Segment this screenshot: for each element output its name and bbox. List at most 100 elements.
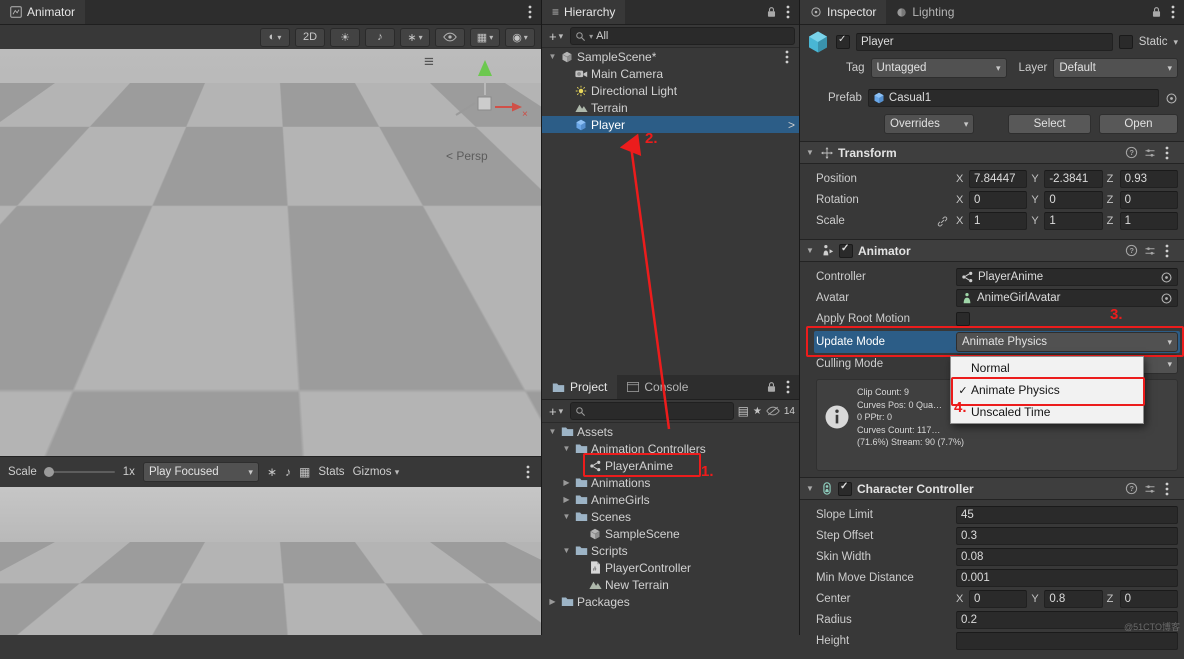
value-field[interactable]: 0.08	[956, 548, 1178, 566]
tree-item-directional-light[interactable]: Directional Light	[542, 82, 799, 99]
lighting-toggle-button[interactable]: ☀	[330, 28, 360, 47]
create-asset-button[interactable]: +▾	[546, 404, 566, 419]
tree-item-playeranime[interactable]: PlayerAnime	[542, 457, 799, 474]
number-field-x[interactable]: 0	[969, 590, 1027, 608]
value-field[interactable]: 45	[956, 506, 1178, 524]
foldout-icon[interactable]: ▼	[806, 484, 816, 493]
visibility-toggle-button[interactable]	[435, 28, 465, 47]
tab-console[interactable]: Console	[617, 375, 698, 399]
camera-settings-dropdown[interactable]: ◉▾	[505, 28, 535, 47]
component-kebab-icon[interactable]	[1162, 482, 1172, 496]
component-kebab-icon[interactable]	[1162, 244, 1172, 258]
tree-item-terrain[interactable]: Terrain	[542, 99, 799, 116]
foldout-icon[interactable]: ▼	[806, 246, 816, 255]
debug-button[interactable]: ∗	[267, 465, 277, 479]
tab-hierarchy[interactable]: ≡ Hierarchy	[542, 0, 625, 24]
lock-icon[interactable]	[766, 6, 777, 18]
foldout-icon[interactable]: ▼	[806, 148, 816, 157]
vsync-grid-button[interactable]: ▦	[299, 465, 310, 479]
help-icon[interactable]: ?	[1125, 244, 1138, 257]
mute-audio-button[interactable]: ♪	[285, 465, 291, 479]
gizmos-dropdown[interactable]: Gizmos ▾	[353, 466, 400, 478]
scale-slider-knob[interactable]	[44, 467, 54, 477]
transform-header[interactable]: ▼ Transform ?	[800, 141, 1184, 164]
inspector-kebab-icon[interactable]	[1168, 5, 1178, 19]
search-by-type-icon[interactable]: ▤	[738, 404, 749, 418]
prefab-object-field[interactable]: Casual1	[868, 89, 1159, 107]
tab-inspector[interactable]: Inspector	[800, 0, 886, 24]
popup-item-normal[interactable]: Normal	[951, 357, 1143, 379]
scene-tab-kebab-icon[interactable]	[525, 5, 535, 19]
apply-root-motion-checkbox[interactable]	[956, 312, 970, 326]
hidden-count-eye-icon[interactable]	[766, 406, 780, 416]
tab-lighting[interactable]: Lighting	[886, 0, 964, 24]
preset-icon[interactable]	[1144, 147, 1156, 159]
gameobject-name-field[interactable]: Player	[856, 33, 1113, 51]
tree-item-samplescene[interactable]: ▼SampleScene*	[542, 48, 799, 65]
effects-dropdown[interactable]: ∗▾	[400, 28, 430, 47]
game-view-kebab-icon[interactable]	[523, 465, 533, 479]
tag-dropdown[interactable]: Untagged▾	[871, 58, 1007, 78]
foldout-icon[interactable]: ▶	[546, 597, 559, 606]
render-mode-dropdown[interactable]: ◐▾	[260, 28, 290, 47]
player-character[interactable]	[50, 225, 200, 365]
number-field-x[interactable]: 0	[969, 191, 1027, 209]
tree-item-animation-controllers[interactable]: ▼Animation Controllers	[542, 440, 799, 457]
prefab-select-button[interactable]: Select	[1008, 114, 1090, 134]
play-focused-dropdown[interactable]: Play Focused▾	[143, 462, 259, 482]
foldout-icon[interactable]: ▼	[560, 444, 573, 453]
lock-icon[interactable]	[766, 381, 777, 393]
favorites-icon[interactable]: ★	[753, 406, 762, 417]
tree-item-animations[interactable]: ▶Animations	[542, 474, 799, 491]
foldout-icon[interactable]: ▶	[560, 495, 573, 504]
preset-icon[interactable]	[1144, 245, 1156, 257]
foldout-icon[interactable]: ▼	[560, 512, 573, 521]
value-field[interactable]: 0.3	[956, 527, 1178, 545]
controller-object-field[interactable]: PlayerAnime	[956, 268, 1178, 286]
gizmo-cube[interactable]	[478, 97, 491, 110]
foldout-icon[interactable]: ▼	[546, 427, 559, 436]
hierarchy-kebab-icon[interactable]	[783, 5, 793, 19]
layer-dropdown[interactable]: Default▾	[1053, 58, 1178, 78]
foldout-icon[interactable]: ▼	[560, 546, 573, 555]
popup-item-animate-physics[interactable]: ✓Animate Physics	[951, 379, 1143, 401]
tree-item-scripts[interactable]: ▼Scripts	[542, 542, 799, 559]
hierarchy-search-input[interactable]: ▾ All	[570, 27, 795, 45]
foldout-icon[interactable]: ▶	[560, 478, 573, 487]
foldout-icon[interactable]: ▼	[546, 52, 559, 61]
create-object-button[interactable]: +▾	[546, 29, 566, 44]
target-picker-icon[interactable]	[1160, 271, 1173, 284]
gizmo-y-cone[interactable]	[478, 60, 492, 76]
update-mode-dropdown[interactable]: Animate Physics▾	[956, 332, 1178, 352]
value-field[interactable]: 0.001	[956, 569, 1178, 587]
tree-item-new-terrain[interactable]: New Terrain	[542, 576, 799, 593]
avatar-object-field[interactable]: AnimeGirlAvatar	[956, 289, 1178, 307]
number-field-y[interactable]: -2.3841	[1044, 170, 1102, 188]
tab-animator[interactable]: Animator	[0, 0, 85, 24]
help-icon[interactable]: ?	[1125, 482, 1138, 495]
number-field-x[interactable]: 7.84447	[969, 170, 1027, 188]
tree-item-samplescene[interactable]: SampleScene	[542, 525, 799, 542]
persp-label[interactable]: < Persp	[446, 149, 488, 163]
audio-toggle-button[interactable]: ♪	[365, 28, 395, 47]
orientation-gizmo[interactable]: ×	[438, 57, 530, 137]
number-field-y[interactable]: 1	[1044, 212, 1102, 230]
static-caret-icon[interactable]: ▾	[1173, 37, 1178, 48]
number-field-z[interactable]: 0	[1120, 191, 1178, 209]
prefab-open-button[interactable]: Open	[1099, 114, 1178, 134]
static-checkbox[interactable]	[1119, 35, 1133, 49]
number-field-x[interactable]: 1	[969, 212, 1027, 230]
project-kebab-icon[interactable]	[783, 380, 793, 394]
tab-project[interactable]: Project	[542, 375, 617, 399]
component-kebab-icon[interactable]	[1162, 146, 1172, 160]
prefab-open-chevron-icon[interactable]: >	[788, 118, 795, 132]
2d-toggle-button[interactable]: 2D	[295, 28, 325, 47]
tree-item-player[interactable]: Player>	[542, 116, 799, 133]
lock-icon[interactable]	[1151, 6, 1162, 18]
game-viewport[interactable]	[0, 487, 541, 635]
number-field-y[interactable]: 0.8	[1044, 590, 1102, 608]
animator-enabled-checkbox[interactable]	[839, 244, 853, 258]
scene-viewport[interactable]: ≡ × < Persp	[0, 49, 541, 456]
active-checkbox[interactable]	[836, 35, 850, 49]
number-field-z[interactable]: 1	[1120, 212, 1178, 230]
